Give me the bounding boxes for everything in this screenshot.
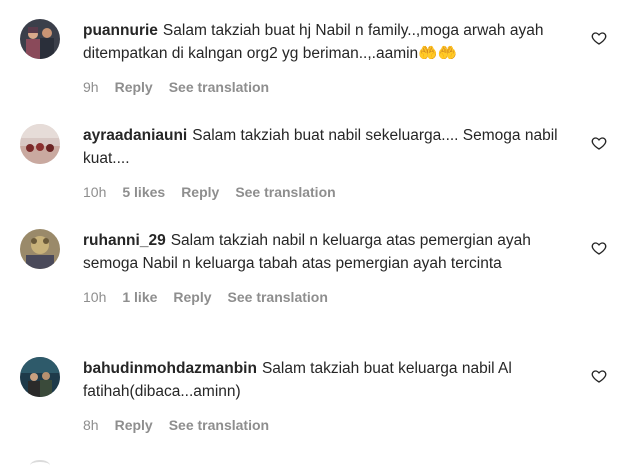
heart-outline-icon[interactable] (591, 368, 607, 384)
comment-meta: 8h Reply See translation (83, 416, 573, 434)
avatar[interactable] (20, 124, 60, 164)
avatar-photo (20, 229, 60, 269)
reply-button[interactable]: Reply (181, 184, 219, 200)
comment-body: ruhanni_29 Salam takziah nabil n keluarga… (83, 229, 573, 306)
likes-count-button[interactable]: 5 likes (122, 184, 165, 200)
avatar-photo (20, 357, 60, 397)
comment-meta: 10h 1 like Reply See translation (83, 288, 573, 306)
comment-body: ayraadaniauni Salam takziah buat nabil se… (83, 124, 573, 201)
see-translation-button[interactable]: See translation (235, 184, 335, 200)
avatar[interactable] (20, 19, 60, 59)
see-translation-button[interactable]: See translation (169, 79, 269, 95)
comment-username[interactable]: ruhanni_29 (83, 232, 166, 249)
reply-button[interactable]: Reply (115, 79, 153, 95)
avatar-photo (20, 19, 60, 59)
comment-body: puannurie Salam takziah buat hj Nabil n f… (83, 19, 573, 96)
comment-body: bahudinmohdazmanbin Salam takziah buat ke… (83, 357, 573, 434)
comment-meta: 9h Reply See translation (83, 78, 573, 96)
heart-outline-icon[interactable] (591, 135, 607, 151)
comment-text: ruhanni_29 Salam takziah nabil n keluarga… (83, 229, 573, 275)
comment-time: 10h (83, 289, 107, 305)
reply-button[interactable]: Reply (115, 417, 153, 433)
comments-list: puannurie Salam takziah buat hj Nabil n f… (0, 0, 621, 469)
avatar[interactable] (20, 357, 60, 397)
comment-username[interactable]: puannurie (83, 22, 158, 39)
likes-count-button[interactable]: 1 like (122, 289, 157, 305)
comment-text: bahudinmohdazmanbin Salam takziah buat ke… (83, 357, 573, 403)
comment-username[interactable]: bahudinmohdazmanbin (83, 360, 257, 377)
heart-outline-icon[interactable] (591, 240, 607, 256)
comment-time: 10h (83, 184, 107, 200)
comment-time: 9h (83, 79, 99, 95)
heart-outline-icon[interactable] (591, 30, 607, 46)
see-translation-button[interactable]: See translation (169, 417, 269, 433)
comment-username[interactable]: ayraadaniauni (83, 127, 187, 144)
see-translation-button[interactable]: See translation (228, 289, 328, 305)
reply-button[interactable]: Reply (173, 289, 211, 305)
comment-time: 8h (83, 417, 99, 433)
comment-text: ayraadaniauni Salam takziah buat nabil se… (83, 124, 573, 170)
avatar-photo (20, 124, 60, 164)
comment-meta: 10h 5 likes Reply See translation (83, 183, 573, 201)
next-comment-avatar-edge (30, 460, 50, 469)
avatar[interactable] (20, 229, 60, 269)
comment-text: puannurie Salam takziah buat hj Nabil n f… (83, 19, 573, 65)
